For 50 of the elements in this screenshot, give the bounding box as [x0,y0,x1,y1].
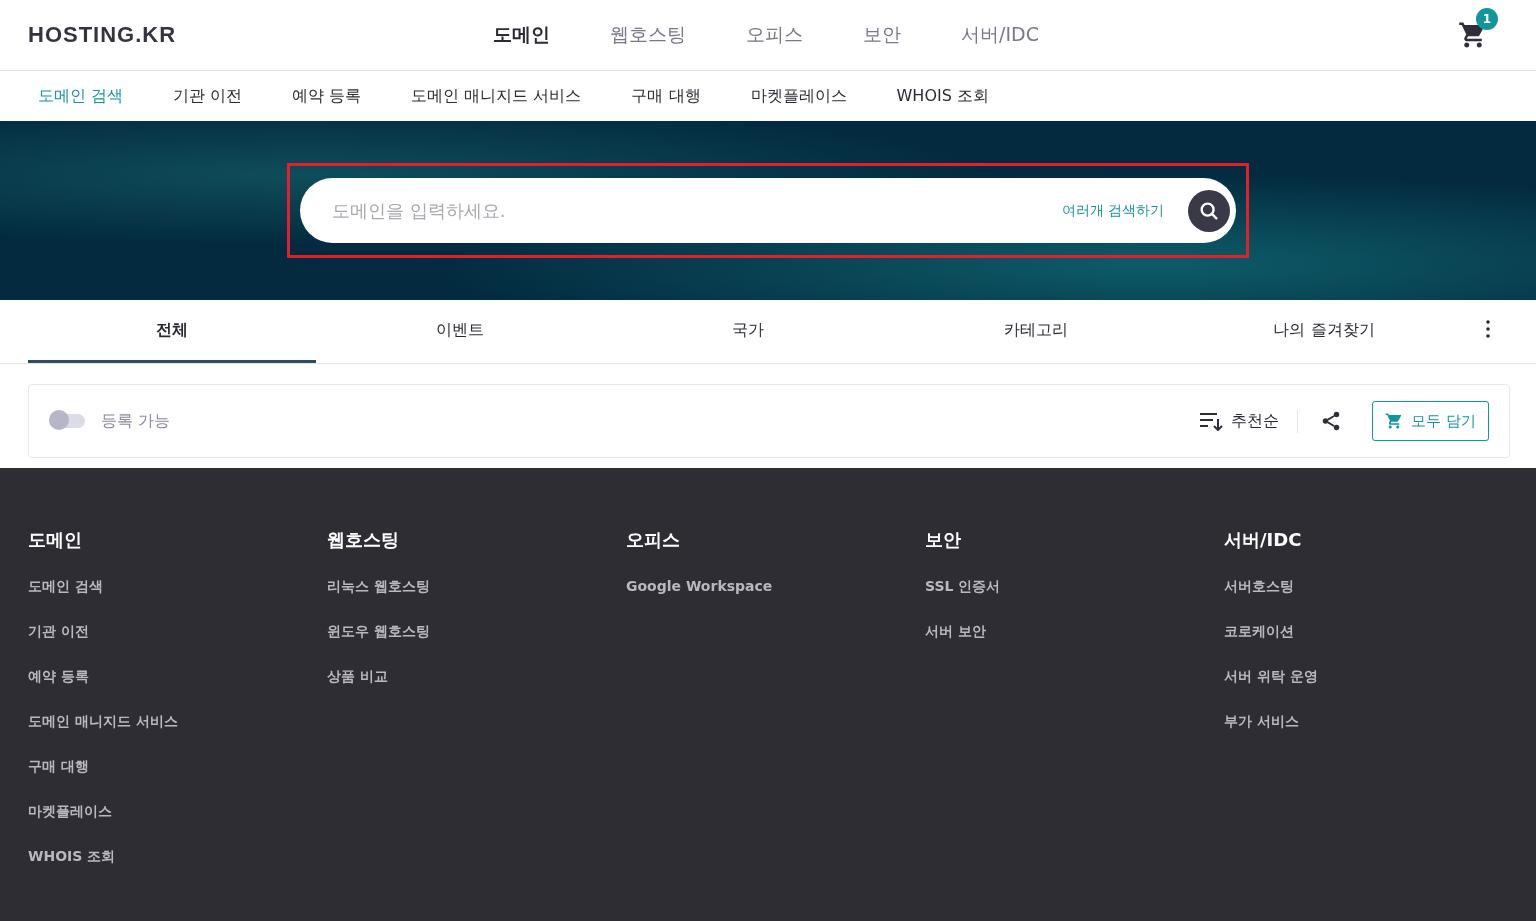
footer-link[interactable]: 서버호스팅 [1224,578,1508,596]
footer-link[interactable]: 마켓플레이스 [28,803,327,821]
footer-link[interactable]: WHOIS 조회 [28,848,327,866]
nav-link[interactable]: 서버/IDC [961,22,1039,48]
footer-heading: 도메인 [28,528,83,552]
footer-heading: 보안 [925,528,962,552]
subnav-link[interactable]: 마켓플레이스 [750,85,847,107]
footer-link[interactable]: 구매 대행 [28,758,327,776]
nav-link[interactable]: 오피스 [746,22,803,48]
footer-link[interactable]: 도메인 검색 [28,578,327,596]
sort-icon [1199,411,1224,431]
nav-link[interactable]: 도메인 [493,22,550,48]
footer-link[interactable]: 서버 위탁 운영 [1224,668,1508,686]
subnav-link[interactable]: 기관 이전 [173,85,243,107]
footer-heading: 웹호스팅 [327,528,400,552]
more-icon [1486,320,1490,338]
footer-link[interactable]: 리눅스 웹호스팅 [327,578,626,596]
search-icon [1198,199,1220,222]
search-field[interactable]: 도메인을 입력하세요. 여러개 검색하기 [300,178,1236,243]
nav-link[interactable]: 웹호스팅 [610,22,686,48]
subnav-link[interactable]: 도메인 검색 [38,85,124,107]
footer-link[interactable]: 코로케이션 [1224,623,1508,641]
category-tab[interactable]: 국가 [604,300,892,363]
cart-count-badge: 1 [1476,8,1498,30]
subnav-link[interactable]: 구매 대행 [631,85,701,107]
footer-link[interactable]: 상품 비교 [327,668,626,686]
footer-heading: 서버/IDC [1224,528,1303,552]
nav-link[interactable]: 보안 [863,22,901,48]
cart-icon [1385,412,1404,430]
category-tab[interactable]: 나의 즐겨찾기 [1180,300,1468,363]
multi-search-link[interactable]: 여러개 검색하기 [1061,201,1164,220]
category-tab[interactable]: 카테고리 [892,300,1180,363]
footer-link[interactable]: 윈도우 웹호스팅 [327,623,626,641]
add-all-button[interactable]: 모두 담기 [1372,401,1489,441]
category-tab[interactable]: 이벤트 [316,300,604,363]
footer-link[interactable]: Google Workspace [626,578,925,594]
toggle-label: 등록 가능 [101,410,172,432]
sort-button[interactable]: 추천순 [1193,409,1299,433]
footer-link[interactable]: 도메인 매니지드 서비스 [28,713,327,731]
logo[interactable]: HOSTING.KR [28,22,328,48]
subnav-link[interactable]: 도메인 매니지드 서비스 [411,85,582,107]
footer-link[interactable]: 예약 등록 [28,668,327,686]
subnav-link[interactable]: WHOIS 조회 [896,85,989,107]
footer-heading: 오피스 [626,528,681,552]
subnav-link[interactable]: 예약 등록 [292,85,362,107]
search-button[interactable] [1188,189,1230,232]
footer-link[interactable]: SSL 인증서 [925,578,1224,596]
footer-link[interactable]: 부가 서비스 [1224,713,1508,731]
footer-link[interactable]: 기관 이전 [28,623,327,641]
footer-link[interactable]: 서버 보안 [925,623,1224,641]
